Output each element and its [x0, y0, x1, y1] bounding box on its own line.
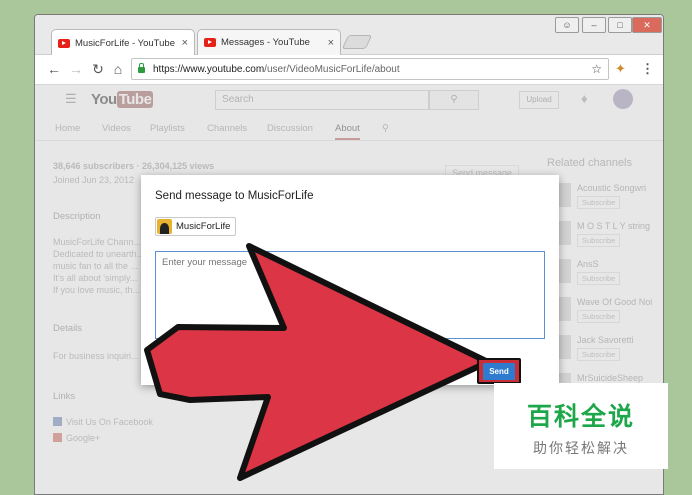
watermark-title: 百科全说: [526, 402, 635, 431]
watermark-subtitle: 助你轻松解决: [533, 441, 629, 457]
watermark-logo: 百科全说 助你轻松解决: [494, 383, 668, 469]
send-button[interactable]: Send: [477, 358, 521, 384]
send-button-label: Send: [483, 362, 515, 380]
